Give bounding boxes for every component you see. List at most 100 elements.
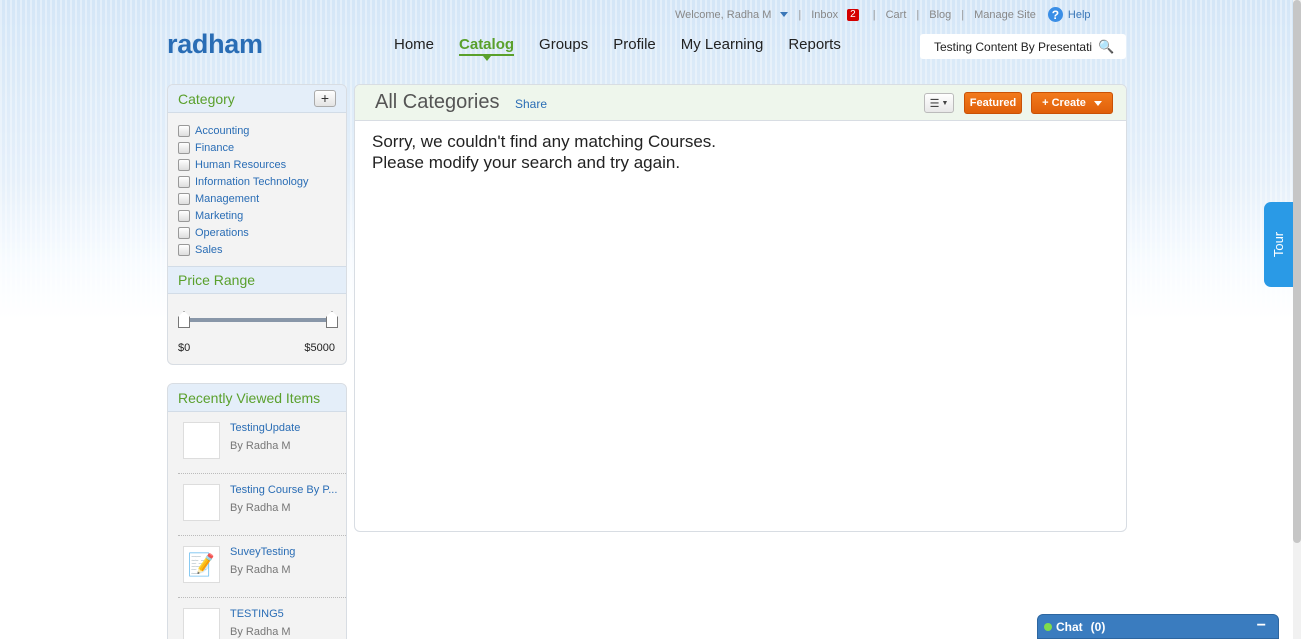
category-checkbox[interactable]: [178, 141, 190, 154]
category-label[interactable]: Marketing: [195, 210, 243, 222]
nav-profile[interactable]: Profile: [613, 36, 656, 56]
price-range-header: Price Range: [168, 266, 346, 294]
filter-panel: Category + Accounting Finance Human Reso…: [167, 84, 347, 365]
item-thumbnail[interactable]: [183, 608, 220, 639]
category-item[interactable]: Human Resources: [178, 156, 346, 173]
create-button[interactable]: + Create: [1031, 92, 1113, 114]
divider: |: [872, 8, 876, 21]
item-author: By Radha M: [230, 440, 291, 452]
category-checkbox[interactable]: [178, 209, 190, 222]
chat-label: Chat: [1056, 619, 1083, 634]
view-toggle-button[interactable]: ☰ ▼: [924, 93, 954, 113]
category-label[interactable]: Operations: [195, 227, 249, 239]
category-label[interactable]: Management: [195, 193, 259, 205]
nav-reports[interactable]: Reports: [788, 36, 841, 56]
price-min-label: $0: [178, 342, 191, 354]
item-title[interactable]: TESTING5: [230, 608, 345, 620]
category-checkbox[interactable]: [178, 124, 190, 137]
list-item[interactable]: 📝 SuveyTesting By Radha M: [178, 536, 346, 598]
category-checkbox[interactable]: [178, 243, 190, 256]
nav-catalog[interactable]: Catalog: [459, 36, 515, 61]
category-item[interactable]: Accounting: [178, 122, 346, 139]
chevron-down-icon: [1093, 100, 1102, 106]
message-line: Sorry, we couldn't find any matching Cou…: [372, 132, 717, 151]
item-title[interactable]: SuveyTesting: [230, 546, 345, 558]
list-item[interactable]: Testing Course By P... By Radha M: [178, 474, 346, 536]
empty-results-message: Sorry, we couldn't find any matching Cou…: [372, 131, 716, 173]
category-item[interactable]: Finance: [178, 139, 346, 156]
category-header: Category +: [168, 85, 346, 113]
help-label: Help: [1067, 8, 1091, 21]
item-author: By Radha M: [230, 626, 291, 638]
price-max-label: $5000: [304, 342, 335, 354]
catalog-main-panel: All Categories Share ☰ ▼ Featured + Crea…: [354, 84, 1127, 532]
category-checkbox[interactable]: [178, 226, 190, 239]
add-category-button[interactable]: +: [314, 90, 336, 107]
blog-link[interactable]: Blog: [929, 9, 951, 21]
category-label[interactable]: Accounting: [195, 125, 249, 137]
item-title[interactable]: TestingUpdate: [230, 422, 345, 434]
list-item[interactable]: TestingUpdate By Radha M: [178, 412, 346, 474]
item-author: By Radha M: [230, 564, 291, 576]
featured-button[interactable]: Featured: [964, 92, 1022, 114]
category-checkbox[interactable]: [178, 192, 190, 205]
manage-site-link[interactable]: Manage Site: [974, 9, 1036, 21]
divider: |: [916, 8, 920, 21]
list-view-icon: ☰: [929, 97, 940, 110]
page-scrollbar[interactable]: [1293, 0, 1301, 639]
help-link[interactable]: ? Help: [1047, 7, 1091, 22]
category-item[interactable]: Information Technology: [178, 173, 346, 190]
category-label[interactable]: Human Resources: [195, 159, 286, 171]
category-item[interactable]: Operations: [178, 224, 346, 241]
slider-max-handle[interactable]: [326, 311, 338, 328]
category-label[interactable]: Information Technology: [195, 176, 309, 188]
price-range-slider: $0 $5000: [168, 294, 346, 364]
category-checkbox[interactable]: [178, 158, 190, 171]
inbox-count-badge: 2: [847, 8, 859, 21]
survey-notepad-icon[interactable]: 📝: [183, 546, 220, 583]
nav-home[interactable]: Home: [394, 36, 434, 56]
chevron-down-icon: ▼: [941, 99, 949, 107]
catalog-header: All Categories Share ☰ ▼ Featured + Crea…: [355, 85, 1126, 121]
item-thumbnail[interactable]: [183, 484, 220, 521]
category-list: Accounting Finance Human Resources Infor…: [168, 113, 346, 266]
slider-track[interactable]: [184, 318, 332, 322]
inbox-link[interactable]: Inbox: [811, 9, 838, 21]
page-title: All Categories: [375, 91, 500, 113]
slider-min-handle[interactable]: [178, 311, 190, 328]
category-item[interactable]: Sales: [178, 241, 346, 258]
category-label[interactable]: Finance: [195, 142, 234, 154]
tour-label: Tour: [1271, 231, 1287, 258]
tour-tab[interactable]: Tour: [1264, 202, 1294, 287]
item-author: By Radha M: [230, 502, 291, 514]
list-item[interactable]: TESTING5 By Radha M: [178, 598, 346, 639]
main-nav: Home Catalog Groups Profile My Learning …: [394, 36, 866, 61]
price-range-title: Price Range: [178, 272, 256, 288]
recently-viewed-header: Recently Viewed Items: [168, 384, 346, 412]
user-menu-chevron-down-icon[interactable]: [780, 12, 789, 17]
utility-bar: Welcome, Radha M | Inbox 2 | Cart | Blog…: [675, 7, 1091, 22]
online-status-icon: [1044, 622, 1052, 631]
category-label[interactable]: Sales: [195, 244, 223, 256]
site-logo[interactable]: radham: [167, 29, 263, 60]
search-box: 🔍: [920, 34, 1126, 59]
search-input[interactable]: [934, 39, 1094, 54]
welcome-text: Welcome, Radha M: [675, 8, 772, 21]
category-item[interactable]: Management: [178, 190, 346, 207]
nav-my-learning[interactable]: My Learning: [681, 36, 764, 56]
nav-groups[interactable]: Groups: [539, 36, 588, 56]
category-title: Category: [178, 90, 235, 107]
category-item[interactable]: Marketing: [178, 207, 346, 224]
item-thumbnail[interactable]: [183, 422, 220, 459]
share-link[interactable]: Share: [515, 97, 547, 111]
minimize-icon[interactable]: −: [1257, 617, 1266, 635]
search-icon[interactable]: 🔍: [1098, 39, 1114, 55]
scrollbar-thumb[interactable]: [1293, 0, 1301, 543]
create-label: + Create: [1042, 97, 1086, 109]
divider: |: [961, 8, 965, 21]
category-checkbox[interactable]: [178, 175, 190, 188]
chat-bar[interactable]: Chat (0) −: [1037, 614, 1279, 639]
item-title[interactable]: Testing Course By P...: [230, 484, 345, 496]
cart-link[interactable]: Cart: [886, 9, 907, 21]
help-icon: ?: [1047, 7, 1063, 22]
